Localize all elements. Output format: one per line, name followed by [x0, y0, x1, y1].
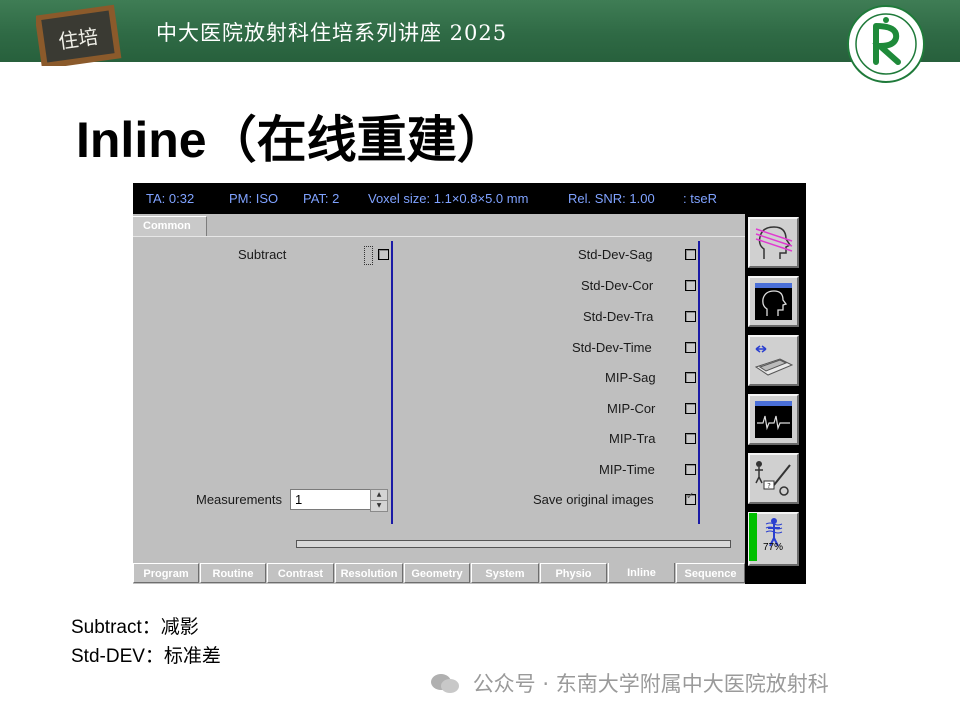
- tool-strip: ? 77%: [745, 214, 806, 584]
- ta-readout: TA: 0:32: [146, 191, 195, 206]
- tab-routine[interactable]: Routine: [200, 563, 266, 583]
- snr-readout: Rel. SNR: 1.00: [568, 191, 655, 206]
- subtract-checkbox[interactable]: [378, 249, 389, 260]
- option-std-dev-sag: Std-Dev-Sag: [578, 247, 653, 262]
- divider: [133, 236, 745, 237]
- option-std-dev-tra: Std-Dev-Tra: [583, 309, 654, 324]
- std-dev-tra-checkbox[interactable]: [685, 311, 696, 322]
- tab-geometry[interactable]: Geometry: [404, 563, 470, 583]
- watermark-text: 公众号 · 东南大学附属中大医院放射科: [472, 672, 829, 696]
- head-localizer-icon[interactable]: [748, 217, 799, 268]
- pat-readout: PAT: 2: [303, 191, 340, 206]
- sequence-readout: : tseR: [683, 191, 717, 206]
- head-view-icon[interactable]: [748, 276, 799, 327]
- patient-table-icon[interactable]: [748, 335, 799, 386]
- option-mip-time: MIP-Time: [599, 462, 655, 477]
- progress-bar: [296, 540, 731, 548]
- tab-system[interactable]: System: [471, 563, 539, 583]
- tab-program[interactable]: Program: [133, 563, 199, 583]
- pm-readout: PM: ISO: [229, 191, 279, 206]
- tab-common[interactable]: Common: [133, 216, 207, 236]
- measurements-field[interactable]: 1: [290, 489, 374, 510]
- option-mip-sag: MIP-Sag: [605, 370, 656, 385]
- option-mip-tra: MIP-Tra: [609, 431, 656, 446]
- mip-time-checkbox[interactable]: [685, 464, 696, 475]
- save-original-checkbox[interactable]: [685, 491, 696, 505]
- tab-sequence[interactable]: Sequence: [676, 563, 745, 583]
- spin-down-button[interactable]: ▼: [370, 500, 388, 512]
- tab-contrast[interactable]: Contrast: [267, 563, 334, 583]
- banner-title: 中大医院放射科住培系列讲座 2025: [156, 21, 508, 45]
- parameter-tabs: Program Routine Contrast Resolution Geom…: [133, 563, 745, 584]
- wechat-icon: [430, 672, 460, 694]
- patient-settings-icon[interactable]: ?: [748, 453, 799, 504]
- note-subtract: Subtract：减影: [71, 617, 199, 638]
- option-mip-cor: MIP-Cor: [607, 401, 656, 416]
- std-dev-sag-checkbox[interactable]: [685, 249, 696, 260]
- mip-tra-checkbox[interactable]: [685, 433, 696, 444]
- measurements-label: Measurements: [196, 492, 282, 507]
- subtract-label: Subtract: [238, 247, 287, 262]
- training-logo: 住培: [34, 4, 124, 70]
- slide-title: Inline（在线重建）: [76, 112, 507, 168]
- watermark: 公众号 · 东南大学附属中大医院放射科: [430, 668, 829, 698]
- column-separator: [698, 241, 700, 524]
- status-bar: TA: 0:32 PM: ISO PAT: 2 Voxel size: 1.1×…: [133, 183, 806, 214]
- svg-text:?: ?: [767, 482, 771, 490]
- std-dev-cor-checkbox[interactable]: [685, 280, 696, 291]
- mr-protocol-screenshot: TA: 0:32 PM: ISO PAT: 2 Voxel size: 1.1×…: [133, 183, 806, 584]
- hospital-logo: [846, 4, 926, 84]
- option-std-dev-time: Std-Dev-Time: [572, 340, 652, 355]
- voxel-readout: Voxel size: 1.1×0.8×5.0 mm: [368, 191, 529, 206]
- column-separator: [391, 241, 393, 524]
- mip-cor-checkbox[interactable]: [685, 403, 696, 414]
- tab-inline[interactable]: Inline: [608, 563, 675, 583]
- std-dev-time-checkbox[interactable]: [685, 342, 696, 353]
- mip-sag-checkbox[interactable]: [685, 372, 696, 383]
- note-std-dev: Std-DEV：标准差: [71, 646, 221, 667]
- option-std-dev-cor: Std-Dev-Cor: [581, 278, 654, 293]
- option-save-original: Save original images: [533, 492, 654, 507]
- focus-indicator: [364, 246, 373, 265]
- sar-gauge-value: 77%: [763, 542, 784, 553]
- sar-gauge-bar: [749, 513, 757, 561]
- ecg-monitor-icon[interactable]: [748, 394, 799, 445]
- header-banner: 住培 中大医院放射科住培系列讲座 2025: [0, 0, 960, 70]
- tab-resolution[interactable]: Resolution: [335, 563, 403, 583]
- tab-physio[interactable]: Physio: [540, 563, 607, 583]
